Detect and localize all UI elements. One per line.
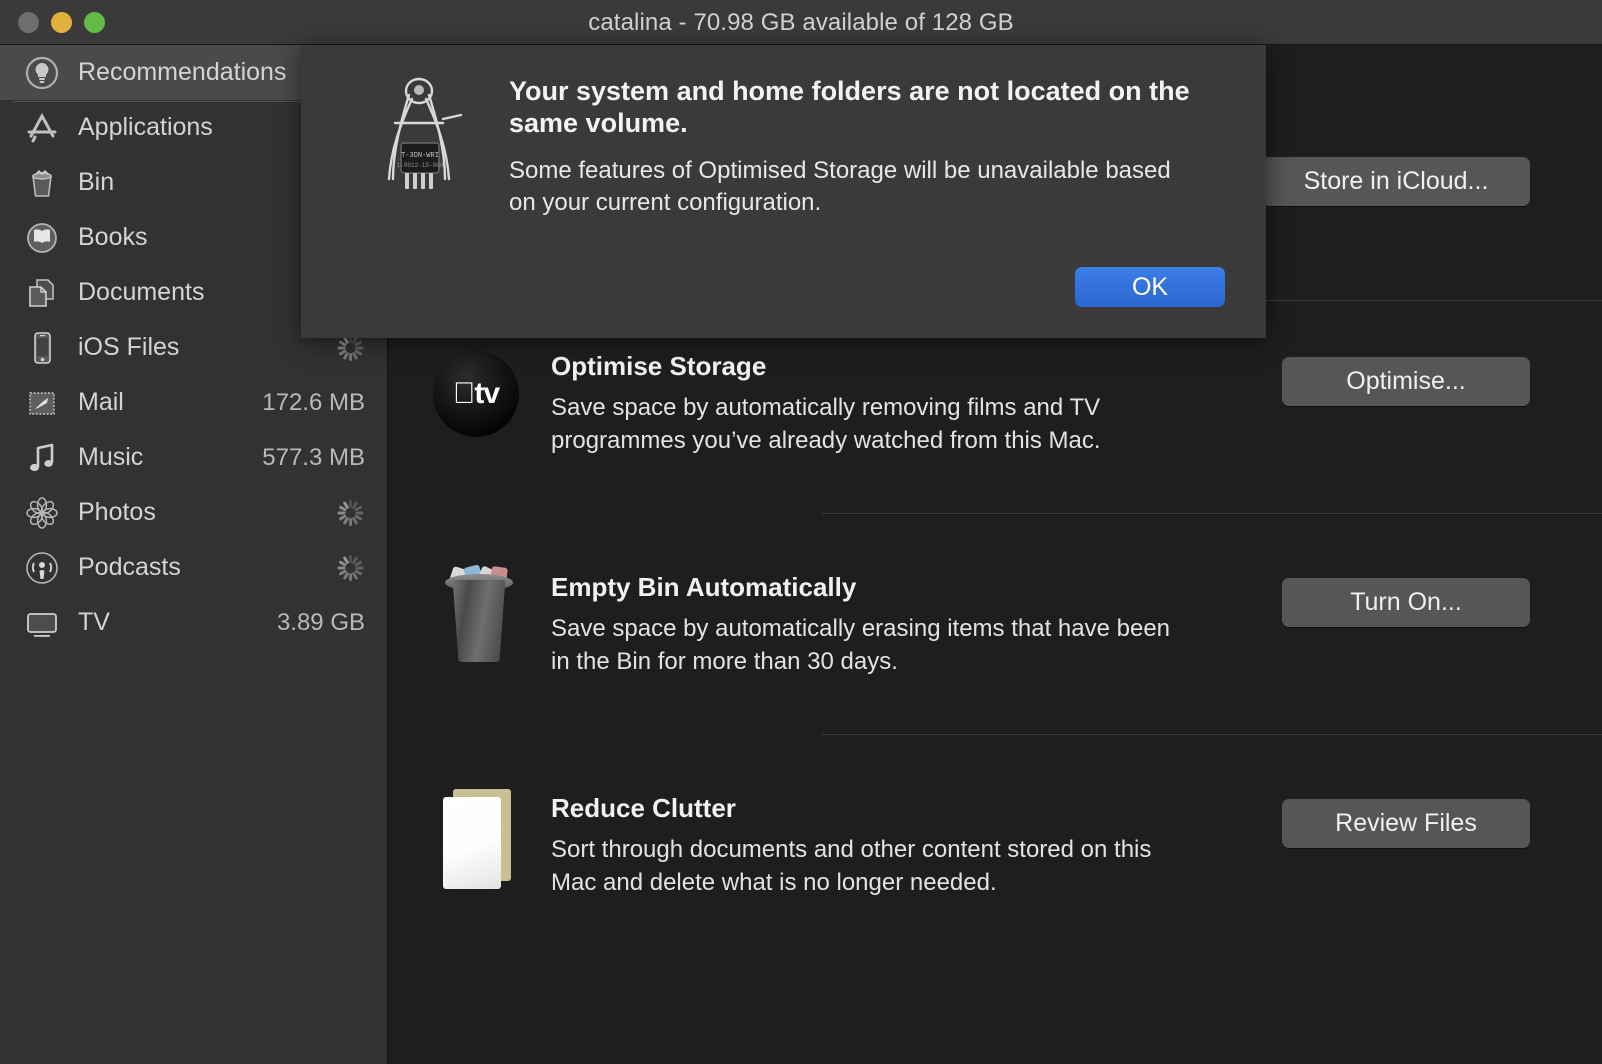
- bin-icon: [22, 163, 62, 203]
- optimise-button[interactable]: Optimise...: [1282, 357, 1530, 406]
- sidebar-item-podcasts[interactable]: Podcasts: [0, 540, 387, 595]
- recommendation-text: Empty Bin Automatically Save space by au…: [551, 566, 1282, 678]
- recommendation-description: Sort through documents and other content…: [551, 836, 1152, 897]
- documents-icon: [22, 273, 62, 313]
- lightbulb-icon: [22, 53, 62, 93]
- alert-dialog: T-3DN-WRI 1-9012-15-009 Your system and …: [301, 45, 1266, 338]
- sidebar-item-label: Books: [78, 223, 148, 251]
- recommendation-action: Turn On...: [1282, 566, 1530, 627]
- sidebar-item-label: Photos: [78, 498, 156, 526]
- music-note-icon: [22, 438, 62, 478]
- svg-text:T-3DN-WRI: T-3DN-WRI: [401, 152, 439, 160]
- sidebar-item-photos[interactable]: Photos: [0, 485, 387, 540]
- recommendation-action: Review Files: [1282, 787, 1530, 848]
- recommendation-title: Reduce Clutter: [551, 793, 736, 823]
- photos-icon: [22, 493, 62, 533]
- bin-icon: [433, 564, 529, 662]
- sidebar-item-label: Podcasts: [78, 553, 181, 581]
- recommendation-row-empty-bin: Empty Bin Automatically Save space by au…: [389, 564, 1602, 678]
- tv-icon: [22, 603, 62, 643]
- sidebar-item-size: 172.6 MB: [262, 388, 365, 416]
- sidebar-item-label: Music: [78, 443, 144, 471]
- svg-text:1-9012-15-009: 1-9012-15-009: [397, 162, 444, 169]
- recommendation-description: Save space by automatically removing fil…: [551, 394, 1101, 455]
- storage-management-window: catalina - 70.98 GB available of 128 GB …: [0, 0, 1602, 1064]
- dialog-headline: Your system and home folders are not loc…: [509, 76, 1190, 139]
- sidebar-item-mail[interactable]: Mail 172.6 MB: [0, 375, 387, 430]
- loading-spinner-icon: [335, 553, 365, 583]
- iphone-icon: [22, 328, 62, 368]
- sidebar-item-tv[interactable]: TV 3.89 GB: [0, 595, 387, 650]
- recommendation-text: Optimise Storage Save space by automatic…: [551, 345, 1282, 457]
- window-title: catalina - 70.98 GB available of 128 GB: [588, 9, 1014, 36]
- review-files-button[interactable]: Review Files: [1282, 799, 1530, 848]
- recommendation-text: Reduce Clutter Sort through documents an…: [551, 787, 1282, 899]
- calipers-chip-icon: T-3DN-WRI 1-9012-15-009: [365, 75, 475, 205]
- recommendation-row-optimise-storage: tv Optimise Storage Save space by autom…: [389, 345, 1602, 457]
- apple-tv-icon: tv: [433, 345, 529, 441]
- recommendation-action: Optimise...: [1282, 345, 1530, 406]
- recommendation-row-reduce-clutter: Reduce Clutter Sort through documents an…: [389, 787, 1602, 899]
- sidebar-item-music[interactable]: Music 577.3 MB: [0, 430, 387, 485]
- books-icon: [22, 218, 62, 258]
- store-in-icloud-button[interactable]: Store in iCloud...: [1262, 157, 1530, 206]
- window-titlebar: catalina - 70.98 GB available of 128 GB: [0, 0, 1602, 45]
- sidebar-item-size: 3.89 GB: [276, 608, 365, 636]
- recommendation-action: Store in iCloud...: [1262, 145, 1530, 206]
- dialog-message: Some features of Optimised Storage will …: [509, 157, 1171, 217]
- sidebar-item-label: Mail: [78, 388, 124, 416]
- recommendation-title: Empty Bin Automatically: [551, 572, 857, 602]
- loading-spinner-icon: [335, 498, 365, 528]
- recommendation-description: Save space by automatically erasing item…: [551, 615, 1171, 676]
- app-store-icon: [22, 108, 62, 148]
- sidebar-item-size: 577.3 MB: [262, 443, 365, 471]
- sidebar-item-label: iOS Files: [78, 333, 180, 361]
- row-separator: [822, 734, 1602, 735]
- sidebar-item-label: TV: [78, 608, 110, 636]
- row-separator: [822, 513, 1602, 514]
- recommendation-title: Optimise Storage: [551, 351, 767, 381]
- turn-on-button[interactable]: Turn On...: [1282, 578, 1530, 627]
- mail-stamp-icon: [22, 383, 62, 423]
- document-icon: [433, 787, 529, 889]
- podcasts-icon: [22, 548, 62, 588]
- ok-button[interactable]: OK: [1075, 267, 1225, 307]
